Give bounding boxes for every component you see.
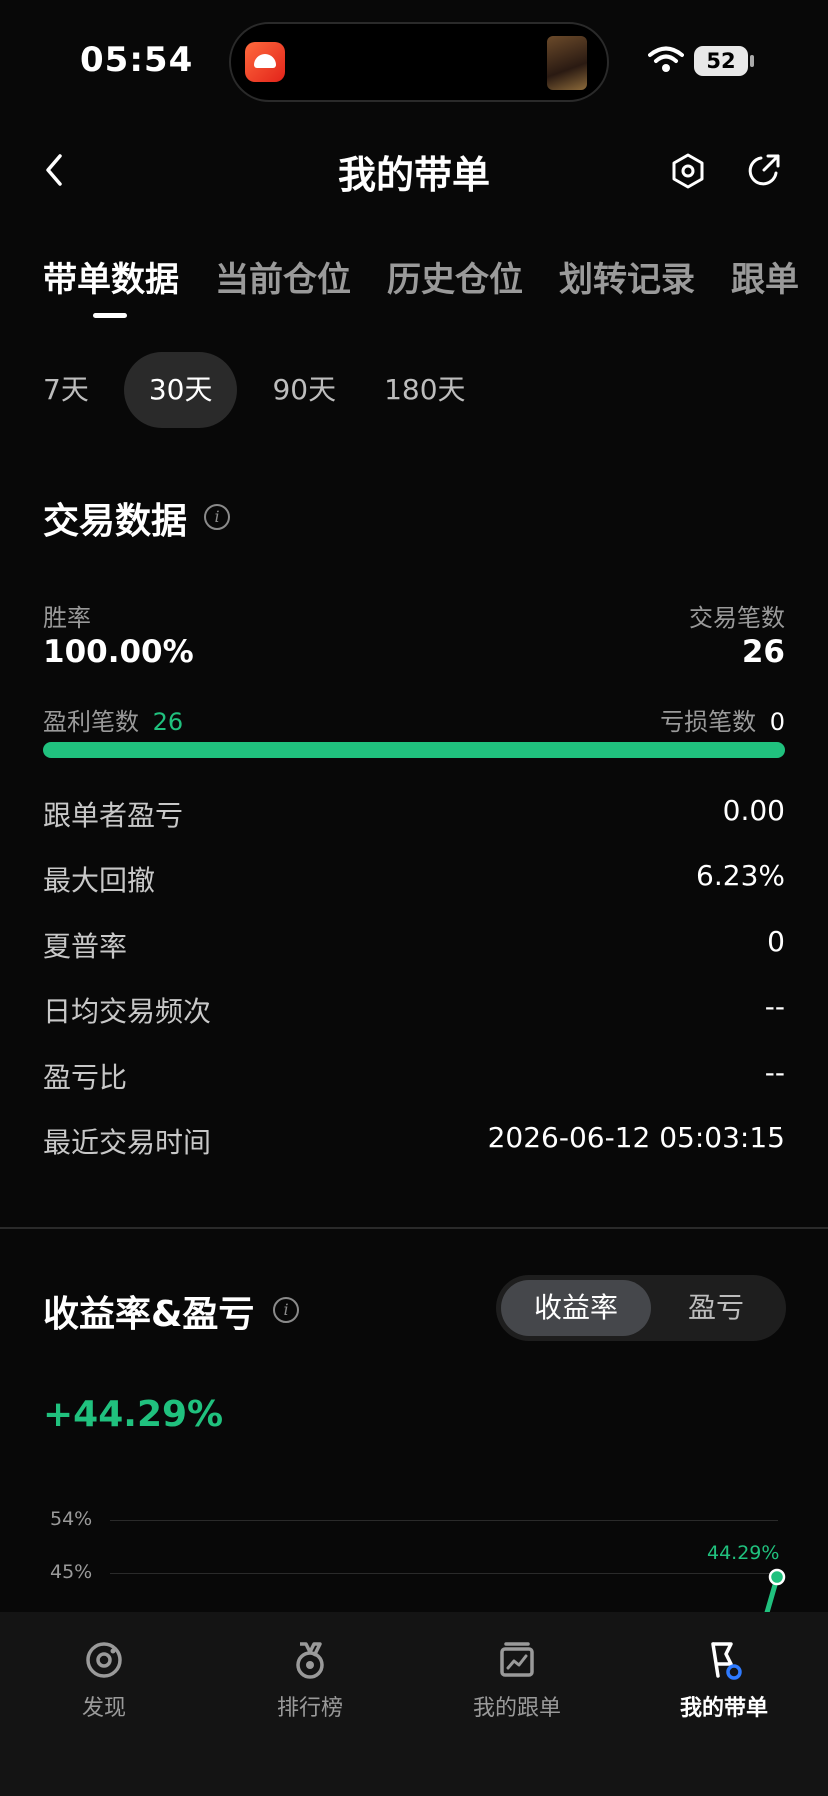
section-divider [0,1227,828,1229]
loss-count: 亏损笔数 0 [660,702,785,737]
win-rate-label: 胜率 [43,604,91,632]
stat-value: -- [764,990,785,1023]
app-icon [245,42,285,82]
returns-toggle: 收益率 盈亏 [496,1275,786,1341]
profit-count-value: 26 [152,708,184,736]
stat-label: 跟单者盈亏 [43,799,184,832]
return-value: +44.29% [43,1394,224,1435]
stat-label: 最大回撤 [43,864,156,897]
win-rate-value: 100.00% [43,634,194,670]
info-icon[interactable]: i [273,1297,299,1323]
tab-bar: 带单数据 当前仓位 历史仓位 划转记录 跟单 [43,252,799,301]
stat-value: 0 [767,925,785,958]
nav-label: 我的跟单 [472,1696,561,1721]
returns-title: 收益率&盈亏 [43,1294,255,1335]
profit-count: 盈利笔数 26 [43,702,183,737]
status-time: 05:54 [80,40,194,80]
stat-label: 日均交易频次 [43,995,212,1028]
info-icon[interactable]: i [204,504,230,530]
bottom-navigation: 发现 排行榜 我的跟单 我的带单 [0,1612,828,1796]
nav-label: 发现 [81,1696,126,1721]
period-30d[interactable]: 30天 [123,352,238,428]
battery-indicator: 52 [694,46,748,76]
flag-icon [711,1642,742,1680]
return-line-series [763,1568,786,1616]
stat-value: 6.23% [696,859,785,892]
period-180d[interactable]: 180天 [371,352,478,428]
nav-discover[interactable]: 发现 [24,1640,184,1722]
media-thumbnail [547,36,587,90]
battery-nub [750,55,754,67]
stat-label: 最近交易时间 [43,1126,212,1159]
dynamic-island[interactable] [229,22,609,102]
chart-card-icon [500,1642,534,1677]
y-tick-label: 45% [50,1561,93,1583]
wifi-icon [648,46,684,72]
tab-current-positions[interactable]: 当前仓位 [215,252,351,301]
toggle-pnl[interactable]: 盈亏 [651,1280,781,1336]
grid-line [110,1520,778,1521]
trade-count-label: 交易笔数 [689,604,785,632]
nav-my-leading[interactable]: 我的带单 [644,1640,804,1722]
win-loss-bar [43,742,785,758]
period-7d[interactable]: 7天 [30,352,102,428]
tab-transfer-records[interactable]: 划转记录 [559,252,695,301]
period-90d[interactable]: 90天 [259,352,349,428]
loss-count-label: 亏损笔数 [660,708,757,736]
tab-lead-data[interactable]: 带单数据 [43,252,179,301]
y-tick-label: 54% [50,1508,93,1530]
tab-history-positions[interactable]: 历史仓位 [387,252,523,301]
stat-value: 2026-06-12 05:03:15 [487,1121,785,1154]
active-tab-indicator [93,313,127,318]
medal-icon [296,1642,324,1679]
stat-value: 0.00 [722,794,785,827]
grid-line [110,1573,778,1574]
stat-label: 盈亏比 [43,1061,128,1094]
settings-hexagon-icon[interactable] [670,152,706,190]
stat-label: 夏普率 [43,930,128,963]
last-point-label: 44.29% [707,1542,780,1564]
trade-count-value: 26 [741,634,785,670]
toggle-return-rate[interactable]: 收益率 [501,1280,651,1336]
profit-count-label: 盈利笔数 [43,708,139,736]
share-icon[interactable] [746,152,782,188]
loss-count-value: 0 [769,708,785,736]
stat-value: -- [764,1056,785,1089]
period-selector: 7天 30天 90天 180天 [30,352,501,428]
nav-leaderboard[interactable]: 排行榜 [230,1640,390,1722]
trade-data-title: 交易数据 [43,501,188,542]
nav-label: 排行榜 [276,1696,343,1721]
discover-icon [86,1642,122,1678]
last-data-point [768,1568,786,1586]
nav-my-copies[interactable]: 我的跟单 [437,1640,597,1722]
tab-copy[interactable]: 跟单 [731,252,799,301]
nav-label: 我的带单 [679,1696,768,1721]
